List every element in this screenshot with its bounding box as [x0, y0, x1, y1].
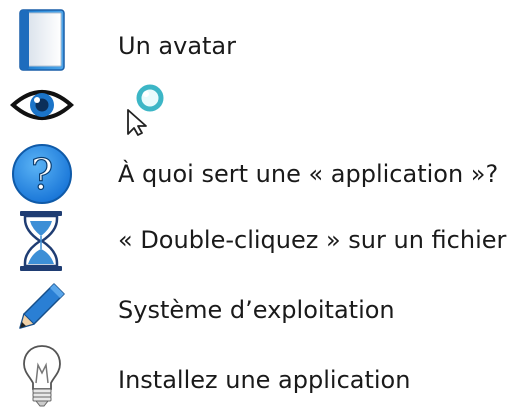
list-item-eye — [0, 80, 522, 140]
list-item-avatar: Un avatar — [0, 0, 522, 80]
item-label: « Double-cliquez » sur un fichier — [118, 226, 507, 254]
list-item-pencil: Système d’exploitation — [0, 274, 522, 340]
hourglass-icon — [20, 211, 62, 271]
cursor-magnifier-icon — [127, 84, 164, 136]
book-icon — [19, 9, 65, 71]
list-item-hourglass: « Double-cliquez » sur un fichier — [0, 206, 522, 274]
item-label: Un avatar — [118, 32, 237, 60]
svg-text:?: ? — [31, 150, 54, 199]
list-item-question: ? À quoi sert une « application »? — [0, 140, 522, 206]
item-label: Installez une application — [118, 366, 411, 394]
lightbulb-icon — [23, 345, 61, 407]
eye-icon — [10, 90, 74, 120]
item-label: À quoi sert une « application »? — [118, 160, 499, 188]
item-label: Système d’exploitation — [118, 296, 395, 324]
list-item-lightbulb: Installez une application — [0, 340, 522, 413]
pencil-icon — [19, 283, 65, 329]
question-icon: ? — [12, 144, 72, 204]
